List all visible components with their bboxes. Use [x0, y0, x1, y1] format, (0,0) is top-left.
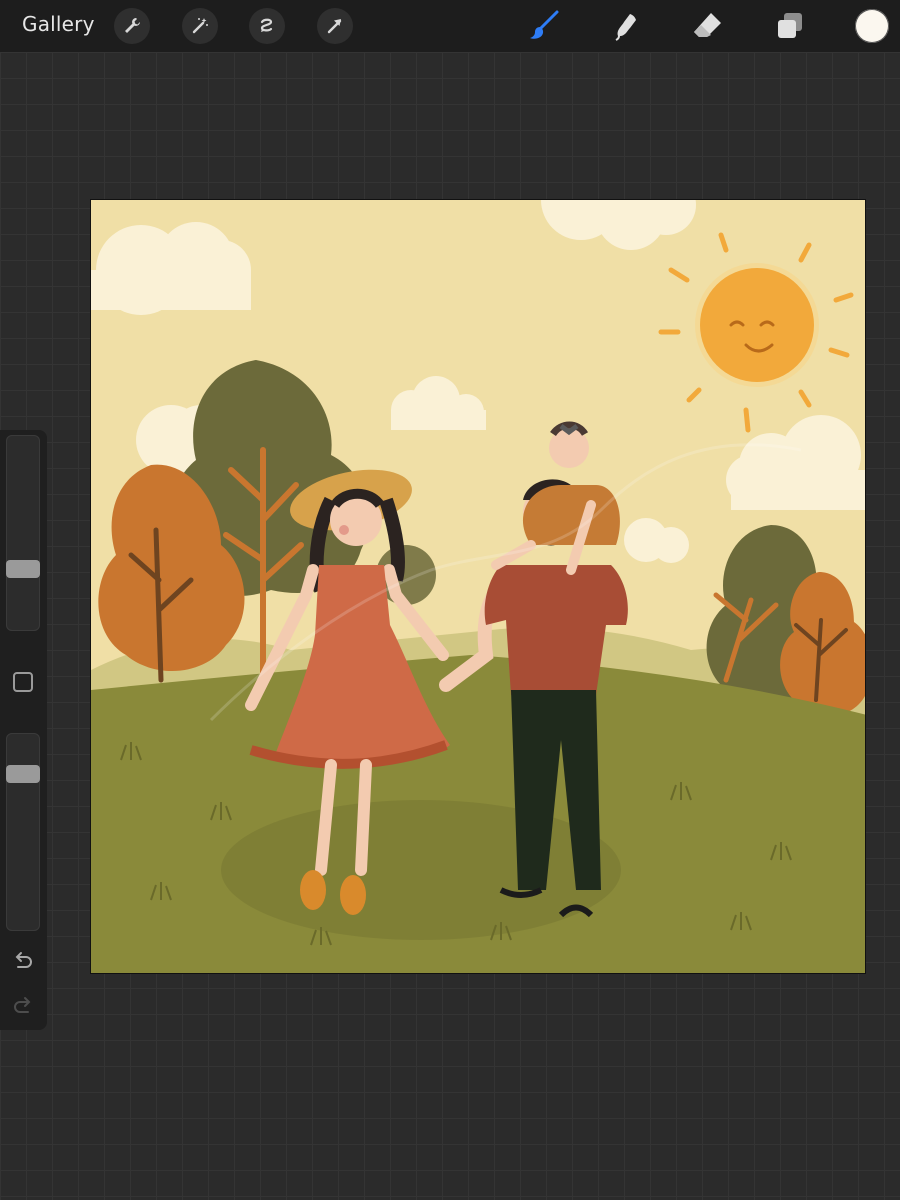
adjustments-button[interactable] [182, 8, 218, 44]
modify-button[interactable] [13, 672, 33, 692]
undo-button[interactable] [9, 948, 37, 976]
eraser-icon [694, 13, 721, 37]
brush-icon [530, 10, 559, 39]
opacity-slider[interactable] [6, 733, 40, 931]
layers-button[interactable] [770, 6, 810, 46]
actions-button[interactable] [114, 8, 150, 44]
selection-icon [260, 18, 273, 32]
smudge-tool-button[interactable] [606, 6, 646, 46]
magic-wand-icon [192, 18, 208, 34]
color-picker-button[interactable] [855, 9, 889, 43]
layers-icon [778, 13, 802, 38]
brush-size-slider[interactable] [6, 435, 40, 631]
drawing-canvas[interactable] [90, 199, 866, 974]
brush-size-slider-knob[interactable] [6, 559, 40, 578]
redo-icon [14, 997, 31, 1013]
selection-button[interactable] [249, 8, 285, 44]
top-toolbar: Gallery [0, 0, 900, 52]
gallery-button[interactable]: Gallery [22, 12, 95, 36]
undo-icon [15, 952, 32, 968]
brush-tool-button[interactable] [523, 6, 563, 46]
artwork-illustration [91, 200, 865, 973]
smudge-icon [615, 14, 636, 41]
opacity-slider-knob[interactable] [6, 765, 40, 784]
redo-button[interactable] [9, 993, 37, 1021]
left-sidebar [0, 430, 47, 1030]
transform-button[interactable] [317, 8, 353, 44]
transform-arrow-icon [327, 19, 342, 34]
wrench-icon [125, 18, 140, 33]
eraser-tool-button[interactable] [688, 6, 728, 46]
